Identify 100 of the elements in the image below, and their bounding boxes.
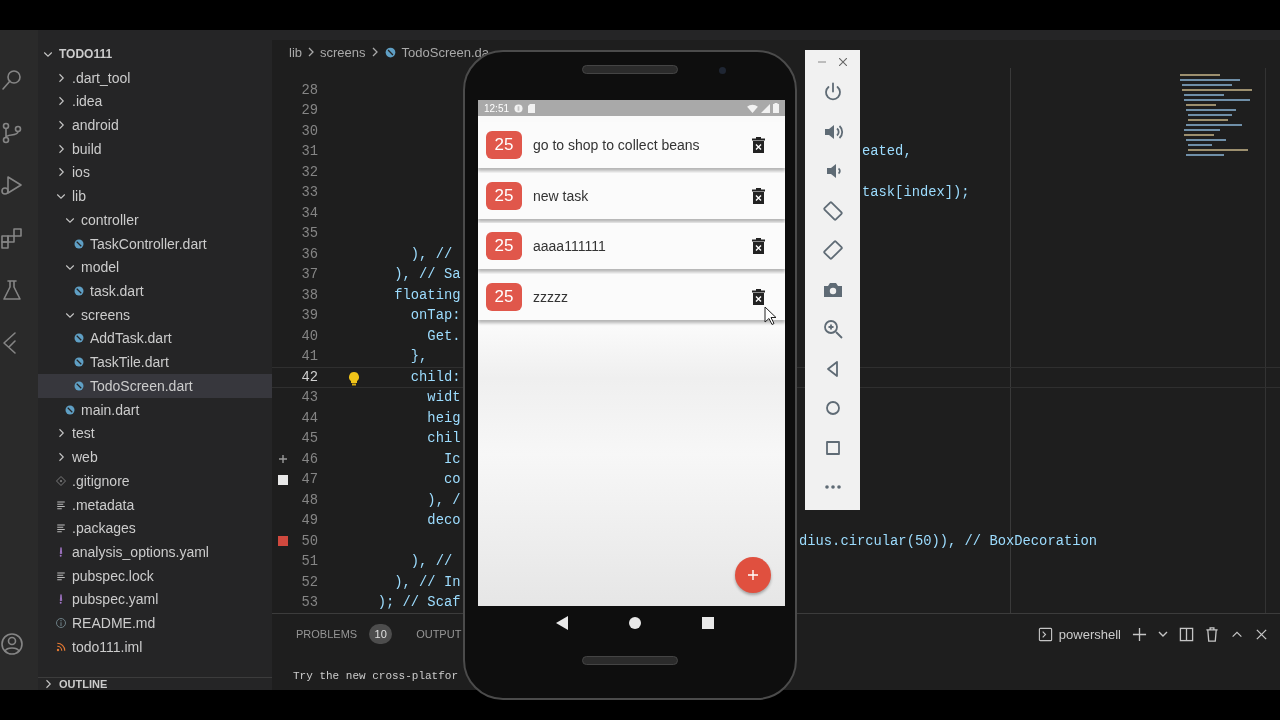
disc-icon — [383, 45, 397, 59]
trash-icon[interactable] — [752, 289, 765, 306]
status-time: 12:51 — [484, 102, 510, 114]
breadcrumb-item[interactable]: TodoScreen.da — [383, 44, 489, 60]
search-icon[interactable] — [0, 68, 24, 92]
date-badge: 25 — [486, 131, 522, 159]
code-line: floating — [394, 287, 461, 303]
date-badge: 25 — [486, 283, 522, 312]
add-button[interactable] — [735, 557, 771, 593]
tree-item[interactable]: ios — [38, 160, 272, 185]
disc-icon — [73, 237, 85, 250]
line-number: 43 — [300, 390, 318, 406]
trash-icon[interactable] — [1205, 626, 1219, 642]
line-number: 40 — [300, 328, 318, 344]
disc-icon — [73, 332, 85, 345]
tree-item[interactable]: todo111.iml — [38, 634, 272, 659]
line-number: 46 — [300, 451, 318, 467]
camera-lens — [719, 67, 726, 74]
tree-item[interactable]: web — [38, 445, 272, 469]
line-number: 30 — [300, 123, 318, 139]
disc-icon — [64, 403, 76, 416]
line-number: 52 — [300, 574, 318, 590]
code-line: task[index]); — [862, 185, 970, 201]
tree-item[interactable]: .gitignore — [38, 468, 272, 493]
overview-icon[interactable] — [702, 617, 715, 629]
line-number: 50 — [300, 533, 318, 549]
line-number: 31 — [300, 144, 318, 160]
close-icon[interactable] — [839, 58, 848, 66]
tree-item[interactable]: README.md — [38, 611, 272, 635]
rss-icon — [55, 640, 67, 653]
run-debug-icon[interactable] — [0, 173, 24, 198]
terminal-selector[interactable]: powershell — [1037, 626, 1121, 642]
tree-item[interactable]: screens — [38, 302, 272, 327]
code-line: Ic — [443, 451, 461, 467]
panel-tab[interactable]: OUTPUT — [416, 628, 462, 640]
tree-item[interactable]: model — [38, 255, 272, 280]
code-line: widt — [427, 390, 461, 406]
disc-icon — [73, 356, 85, 369]
close-icon[interactable] — [1255, 627, 1268, 641]
tree-item[interactable]: .metadata — [38, 492, 272, 517]
trash-icon[interactable] — [752, 238, 765, 255]
tree-item[interactable]: main.dart — [38, 397, 272, 422]
breadcrumb-item[interactable]: lib — [289, 44, 302, 60]
code-line: ), // In — [394, 574, 461, 590]
lightbulb-icon[interactable] — [348, 371, 360, 386]
tree-item[interactable]: lib — [38, 184, 272, 209]
tree-item[interactable]: test — [38, 421, 272, 446]
plus-icon[interactable] — [1132, 626, 1147, 642]
line-number: 42 — [300, 369, 318, 385]
tree-item[interactable]: TodoScreen.dart — [38, 374, 272, 398]
line-number: 28 — [300, 82, 318, 98]
line-number: 35 — [300, 226, 318, 242]
code-line: ), // — [410, 554, 453, 570]
line-number: 38 — [300, 287, 318, 303]
line-number: 53 — [300, 595, 318, 611]
line-number: 41 — [300, 349, 318, 365]
info-icon — [55, 617, 67, 630]
tree-item[interactable]: build — [38, 136, 272, 161]
wifi-icon — [747, 103, 758, 113]
account-icon[interactable] — [0, 632, 24, 656]
trash-icon[interactable] — [752, 187, 765, 204]
home-icon[interactable] — [629, 617, 641, 629]
code-line: ), // — [410, 246, 453, 262]
line-number: 49 — [300, 513, 318, 529]
tree-item[interactable]: task.dart — [38, 279, 272, 303]
line-number: 45 — [300, 431, 318, 447]
code-line: deco — [427, 513, 461, 529]
line-number: 34 — [300, 205, 318, 221]
split-icon[interactable] — [1179, 626, 1194, 642]
zoom-icon[interactable] — [821, 318, 844, 340]
flask-icon[interactable] — [0, 278, 24, 303]
rotate-left-icon[interactable] — [821, 199, 844, 222]
panel-tab[interactable]: PROBLEMS — [296, 628, 358, 640]
tree-item[interactable]: TODO111 — [38, 42, 272, 66]
tree-item[interactable]: .packages — [38, 516, 272, 541]
tree-item[interactable]: TaskController.dart — [38, 231, 272, 256]
terminal-icon — [1037, 626, 1053, 642]
tree-item[interactable]: TaskTile.dart — [38, 350, 272, 375]
code-line: }, — [410, 349, 428, 365]
tree-item[interactable]: AddTask.dart — [38, 326, 272, 351]
chevron-down-icon[interactable] — [1158, 629, 1168, 639]
trash-icon[interactable] — [752, 137, 765, 153]
branch-icon[interactable] — [0, 120, 24, 145]
tree-item[interactable]: controller — [38, 208, 272, 232]
notification-icon — [514, 103, 524, 113]
disc-icon — [73, 285, 85, 298]
breadcrumb-item[interactable]: screens — [320, 44, 366, 60]
line-number: 44 — [300, 410, 318, 426]
signal-icon — [761, 103, 770, 113]
tree-item[interactable]: pubspec.yaml — [38, 587, 272, 612]
extensions-icon[interactable] — [0, 225, 24, 250]
rotate-right-icon[interactable] — [821, 239, 844, 261]
tree-item[interactable]: .dart_tool — [38, 65, 272, 90]
line-number: 36 — [300, 246, 318, 262]
tree-item[interactable]: analysis_options.yaml — [38, 540, 272, 564]
back-icon[interactable] — [555, 616, 568, 630]
tree-item[interactable]: pubspec.lock — [38, 563, 272, 588]
tree-item[interactable]: .idea — [38, 89, 272, 114]
tree-item[interactable]: android — [38, 113, 272, 137]
line-number: 39 — [300, 308, 318, 324]
